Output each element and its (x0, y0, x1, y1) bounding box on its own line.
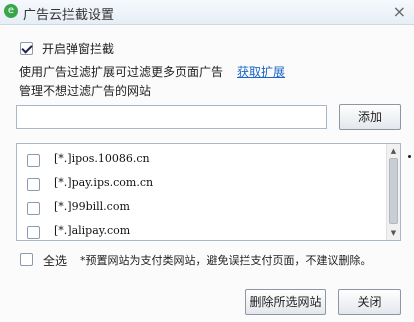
close-button[interactable]: 关闭 (338, 289, 401, 315)
site-input[interactable] (16, 105, 327, 129)
app-logo-icon: e (4, 4, 18, 18)
scroll-thumb[interactable] (389, 158, 398, 224)
item-checkbox[interactable] (27, 226, 40, 239)
get-extension-link[interactable]: 获取扩展 (237, 63, 285, 80)
list-item[interactable]: [*.]99bill.com (17, 196, 387, 220)
item-checkbox[interactable] (27, 202, 40, 215)
site-url: [*.]alipay.com (54, 224, 131, 237)
item-checkbox[interactable] (27, 154, 40, 167)
window-title: 广告云拦截设置 (23, 8, 115, 23)
site-url: [*.]pay.ips.com.cn (54, 176, 154, 189)
site-url: [*.]99bill.com (54, 200, 130, 213)
list-item[interactable]: [*.]alipay.com (17, 220, 387, 240)
list-item[interactable]: [*.]ipos.10086.cn (17, 148, 387, 172)
item-checkbox[interactable] (27, 178, 40, 191)
whitelist-heading: 管理不想过滤广告的网站 (19, 84, 152, 98)
select-all-checkbox[interactable] (20, 253, 33, 266)
site-list: [*.]ipos.10086.cn [*.]pay.ips.com.cn [*.… (16, 143, 401, 241)
select-all-label: 全选 (43, 254, 68, 268)
delete-selected-button[interactable]: 删除所选网站 (245, 289, 326, 315)
close-icon[interactable]: × (393, 2, 406, 21)
site-url: [*.]ipos.10086.cn (54, 152, 150, 165)
decorative-dot (408, 155, 411, 158)
list-item[interactable]: [*.]pay.ips.com.cn (17, 172, 387, 196)
preset-note: *预置网站为支付类网站，避免误拦支付页面，不建议删除。 (80, 254, 372, 267)
popup-block-label: 开启弹窗拦截 (42, 42, 115, 56)
add-button[interactable]: 添加 (339, 104, 401, 130)
list-scrollbar[interactable]: ▲ ▼ (386, 144, 400, 240)
popup-block-checkbox[interactable] (20, 42, 33, 55)
scroll-down-icon[interactable]: ▼ (388, 227, 399, 239)
extension-hint-text: 使用广告过滤扩展可过滤更多页面广告 (19, 65, 224, 79)
title-bar: e 广告云拦截设置 × (0, 0, 414, 25)
scroll-up-icon[interactable]: ▲ (388, 145, 399, 157)
